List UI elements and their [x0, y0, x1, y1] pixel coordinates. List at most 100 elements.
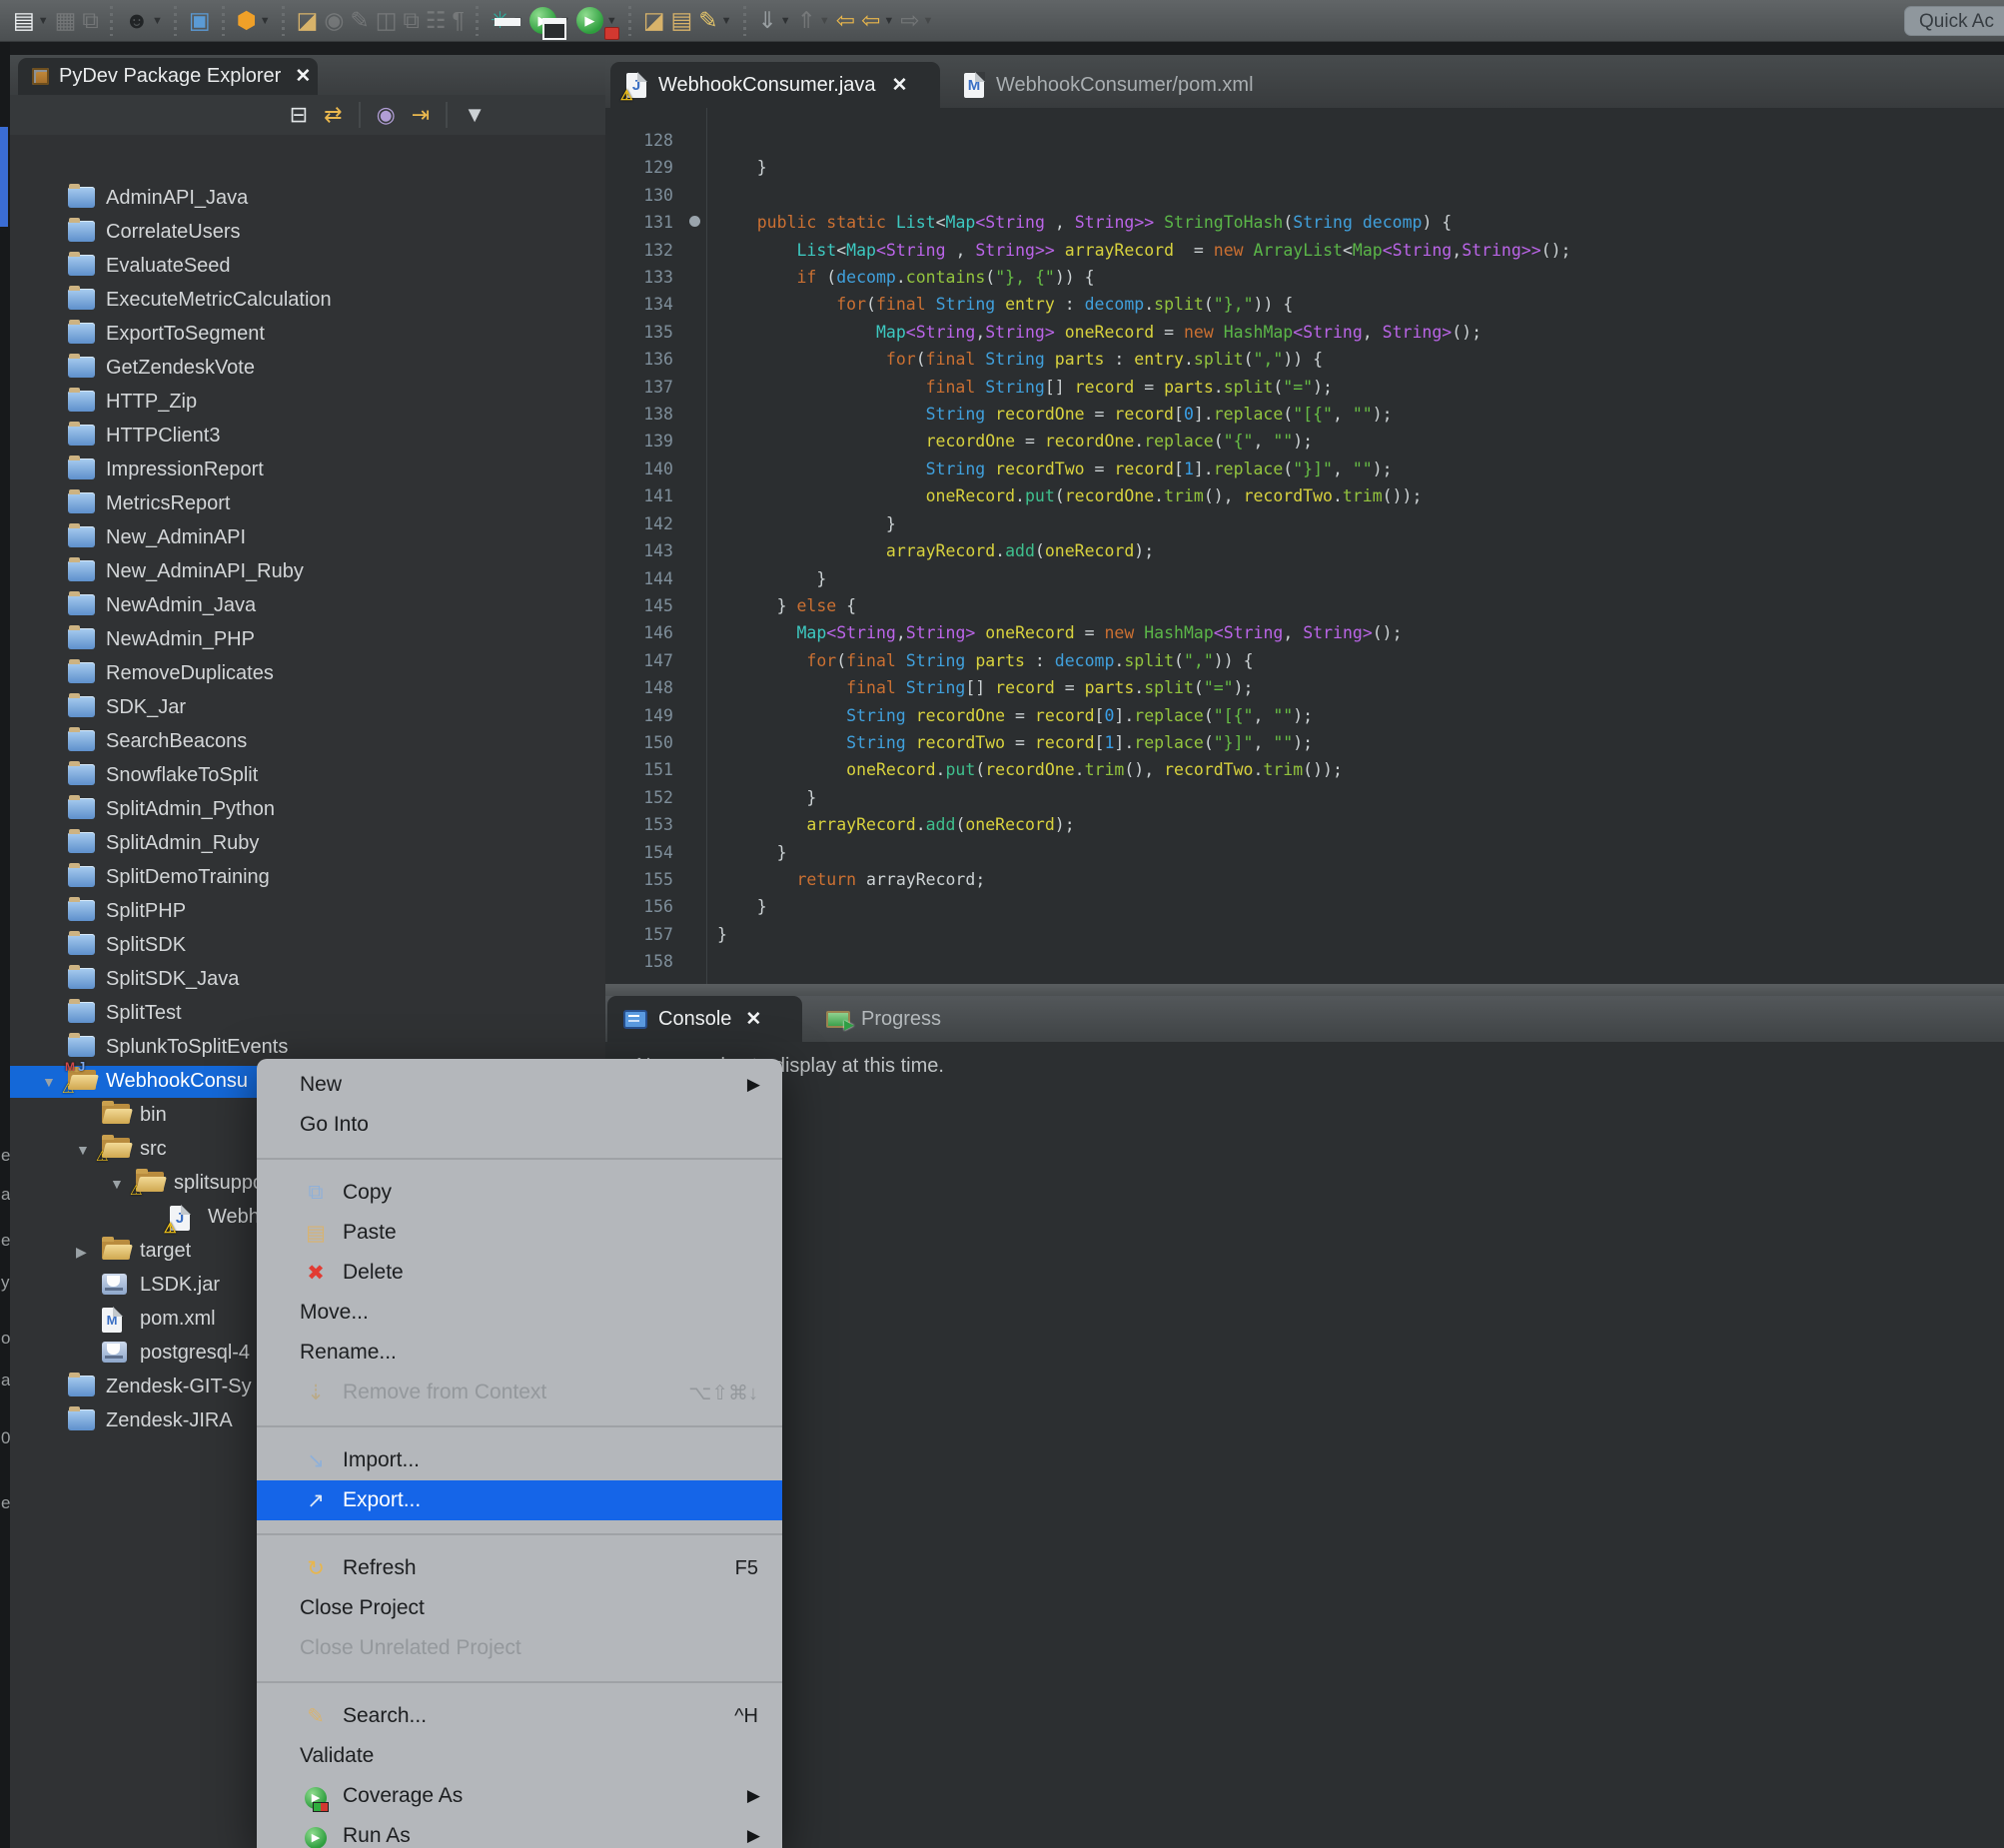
tree-item-newadmin-java[interactable]: NewAdmin_Java	[10, 589, 605, 623]
split-orange-icon[interactable]: ⬢▼	[237, 4, 271, 38]
tree-item-searchbeacons[interactable]: SearchBeacons	[10, 725, 605, 759]
close-icon[interactable]: ✕	[745, 1008, 761, 1031]
back-arrow-icon[interactable]: ⇦▼	[861, 4, 894, 38]
menu-item-import-[interactable]: ↘Import...	[257, 1440, 782, 1480]
quick-access-box[interactable]: Quick Ac	[1904, 6, 2004, 36]
icon-project	[68, 323, 95, 344]
last-edit-arrow-icon[interactable]: ⇦	[836, 4, 855, 38]
dropdown-arrow-icon[interactable]: ▼	[260, 15, 271, 27]
chevron-down-icon[interactable]: ▼	[76, 1142, 90, 1158]
menu-item-go-into[interactable]: Go Into	[257, 1105, 782, 1145]
menu-item-move-[interactable]: Move...	[257, 1293, 782, 1333]
console-tab-console[interactable]: Console✕	[607, 996, 802, 1042]
close-icon[interactable]: ✕	[295, 65, 311, 88]
open-folder-icon[interactable]: ◪	[643, 4, 665, 38]
menu-separator	[257, 1145, 782, 1173]
tree-item-splitdemotraining[interactable]: SplitDemoTraining	[10, 861, 605, 895]
menu-item-refresh[interactable]: ↻RefreshF5	[257, 1548, 782, 1588]
chevron-down-icon[interactable]: ▼	[42, 1074, 56, 1090]
chevron-right-icon[interactable]: ▶	[76, 1244, 87, 1261]
menu-item-delete[interactable]: ✖Delete	[257, 1253, 782, 1293]
fold-marker-icon[interactable]	[689, 216, 700, 227]
external-tools-icon[interactable]: ▶▼	[576, 4, 617, 38]
dropdown-arrow-icon[interactable]: ▼	[819, 15, 830, 27]
marker-pen-icon[interactable]: ✎▼	[698, 4, 731, 38]
dropdown-arrow-icon[interactable]: ▼	[721, 15, 732, 27]
eclipse-window: Quick Ac ▤▼▦⧉☻▼▣⬢▼◪◉✎◫⧉☷¶✳▼▶▼▶▼◪▤✎▼⇓▼⇑▼⇦…	[0, 0, 2004, 1848]
tree-item-removeduplicates[interactable]: RemoveDuplicates	[10, 657, 605, 691]
red-toolbox-badge	[604, 27, 619, 40]
console-tab-progress[interactable]: Progress	[810, 996, 970, 1042]
view-menu-icon[interactable]: ▼	[464, 102, 486, 128]
tree-item-httpclient3[interactable]: HTTPClient3	[10, 420, 605, 454]
tree-item-splittest[interactable]: SplitTest	[10, 997, 605, 1031]
menu-item-validate[interactable]: Validate	[257, 1736, 782, 1776]
import-list-icon[interactable]: ⇓▼	[757, 4, 790, 38]
link-with-editor-icon[interactable]: ⇄	[324, 102, 342, 128]
tree-item-adminapi-java[interactable]: AdminAPI_Java	[10, 182, 605, 216]
tree-item-splitsdk-java[interactable]: SplitSDK_Java	[10, 963, 605, 997]
filters-icon[interactable]: ◉	[377, 102, 396, 128]
dropdown-arrow-icon[interactable]: ▼	[606, 15, 617, 27]
tree-item-impressionreport[interactable]: ImpressionReport	[10, 454, 605, 487]
menu-item-export-[interactable]: ↗Export...	[257, 1480, 782, 1520]
editor-tab-java[interactable]: J⚠WebhookConsumer.java✕	[610, 62, 940, 108]
user-profile-icon[interactable]: ☻▼	[125, 4, 163, 38]
menu-item-label: Validate	[300, 1744, 374, 1768]
icon-project	[68, 1002, 95, 1023]
dropdown-arrow-icon[interactable]: ▼	[38, 15, 49, 27]
compare-doc-icon: ⧉	[403, 4, 419, 38]
tree-item-new-adminapi-ruby[interactable]: New_AdminAPI_Ruby	[10, 555, 605, 589]
tree-item-http-zip[interactable]: HTTP_Zip	[10, 386, 605, 420]
tree-item-splitadmin-python[interactable]: SplitAdmin_Python	[10, 793, 605, 827]
menu-item-close-project[interactable]: Close Project	[257, 1588, 782, 1628]
tree-item-metricsreport[interactable]: MetricsReport	[10, 487, 605, 521]
collapse-all-icon[interactable]: ⊟	[290, 102, 308, 128]
close-icon[interactable]: ✕	[892, 74, 908, 97]
tree-item-evaluateseed[interactable]: EvaluateSeed	[10, 250, 605, 284]
icon-project	[68, 289, 95, 310]
icon-javafile: J⚠	[170, 1206, 190, 1231]
dropdown-arrow-icon[interactable]: ▼	[883, 15, 894, 27]
code-editor[interactable]: } public static List<Map<String , String…	[717, 108, 2004, 984]
menu-separator	[257, 1520, 782, 1548]
tree-item-label: HTTP_Zip	[106, 391, 197, 414]
open-resource-icon[interactable]: ◪	[297, 4, 319, 38]
menu-item-run-as[interactable]: ▶Run As▶	[257, 1816, 782, 1848]
remote-console-icon[interactable]: ▣	[189, 4, 211, 38]
paste-folder-icon[interactable]: ▤	[671, 4, 693, 38]
tree-item-executemetriccalculation[interactable]: ExecuteMetricCalculation	[10, 284, 605, 318]
tree-item-label: NewAdmin_PHP	[106, 628, 255, 651]
focus-task-icon[interactable]: ⇥	[412, 102, 430, 128]
menu-item-paste[interactable]: ▤Paste	[257, 1213, 782, 1253]
menu-item-copy[interactable]: ⧉Copy	[257, 1173, 782, 1213]
maximize-icon[interactable]	[542, 18, 566, 40]
toolbar-separator	[472, 6, 484, 36]
new-wizard-icon[interactable]: ▤▼	[13, 4, 49, 38]
tree-item-snowflaketosplit[interactable]: SnowflakeToSplit	[10, 759, 605, 793]
tree-item-exporttosegment[interactable]: ExportToSegment	[10, 318, 605, 352]
dropdown-arrow-icon[interactable]: ▼	[152, 15, 163, 27]
tree-item-new-adminapi[interactable]: New_AdminAPI	[10, 521, 605, 555]
menu-item-new[interactable]: New▶	[257, 1065, 782, 1105]
menu-item-search-[interactable]: ✎Search...^H	[257, 1696, 782, 1736]
tree-item-label: EvaluateSeed	[106, 255, 231, 278]
panel-sash[interactable]	[605, 984, 2004, 996]
icon-project	[68, 866, 95, 887]
editor-tab-pom[interactable]: MWebhookConsumer/pom.xml	[948, 62, 1298, 108]
dropdown-arrow-icon[interactable]: ▼	[780, 15, 791, 27]
tree-item-correlateusers[interactable]: CorrelateUsers	[10, 216, 605, 250]
tree-item-splitphp[interactable]: SplitPHP	[10, 895, 605, 929]
chevron-down-icon[interactable]: ▼	[110, 1176, 124, 1192]
tree-item-sdk-jar[interactable]: SDK_Jar	[10, 691, 605, 725]
tree-item-newadmin-php[interactable]: NewAdmin_PHP	[10, 623, 605, 657]
tab-pydev-package-explorer[interactable]: PyDev Package Explorer ✕	[18, 58, 318, 95]
menu-item-rename-[interactable]: Rename...	[257, 1333, 782, 1373]
tree-item-getzendeskvote[interactable]: GetZendeskVote	[10, 352, 605, 386]
tree-item-splitadmin-ruby[interactable]: SplitAdmin_Ruby	[10, 827, 605, 861]
tree-item-label: HTTPClient3	[106, 425, 220, 448]
tree-item-splitsdk[interactable]: SplitSDK	[10, 929, 605, 963]
dropdown-arrow-icon[interactable]: ▼	[923, 15, 934, 27]
menu-item-coverage-as[interactable]: ▶Coverage As▶	[257, 1776, 782, 1816]
minimize-icon[interactable]	[495, 18, 520, 26]
